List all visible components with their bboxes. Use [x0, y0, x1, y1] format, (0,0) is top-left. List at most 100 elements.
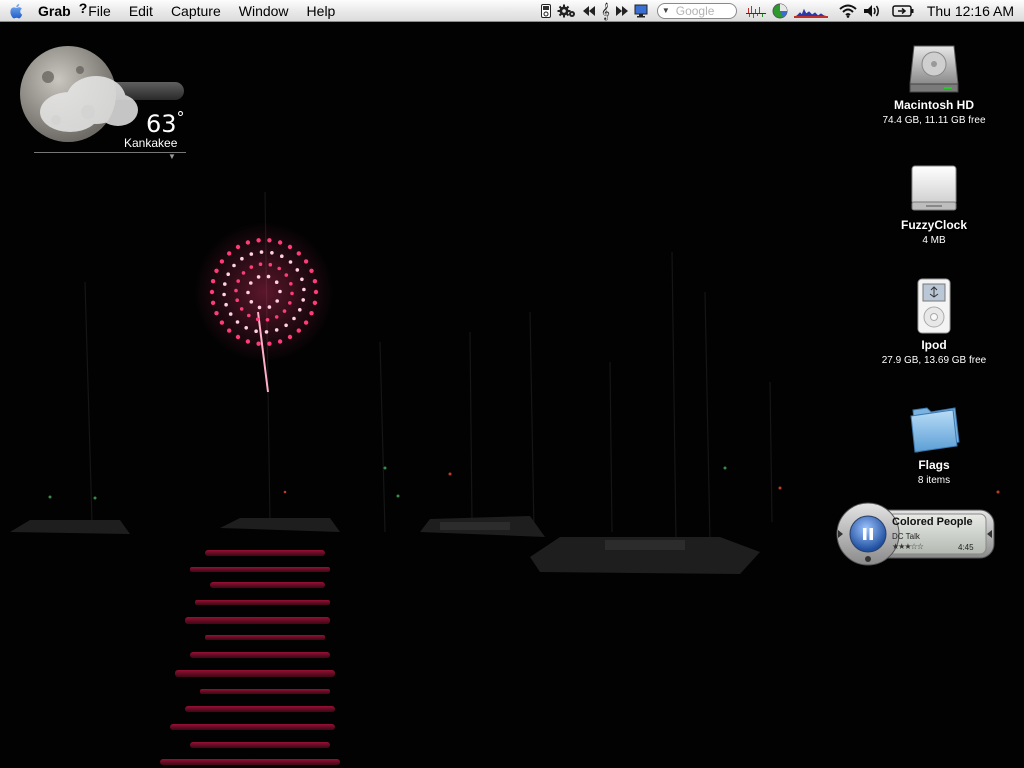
firework-spark — [312, 279, 318, 284]
firework-spark — [312, 300, 318, 305]
menu-bar-left: Grab ?File Edit Capture Window Help — [0, 0, 344, 22]
ipod-menu-icon[interactable] — [540, 0, 551, 22]
desktop-icon-ipod[interactable]: Ipod 27.9 GB, 13.69 GB free — [859, 272, 1009, 366]
firework-spark — [249, 281, 253, 285]
temperature-value: 63 — [146, 110, 177, 138]
firework-spark — [284, 273, 289, 277]
menu-clock[interactable]: Thu 12:16 AM — [927, 3, 1014, 19]
next-track-icon[interactable] — [615, 0, 628, 22]
firework-spark — [249, 252, 254, 256]
firework-spark — [267, 305, 272, 309]
firework-spark — [309, 268, 314, 273]
firework-spark — [239, 307, 244, 311]
desktop: 63° Kankakee ▼ Macintosh HD 74.4 GB, 11.… — [0, 22, 1024, 768]
menu-extras: 𝄞 ▼ Google Thu 12:16 AM — [538, 0, 1024, 22]
icon-info: 27.9 GB, 13.69 GB free — [881, 355, 987, 366]
cpu-graph-icon[interactable] — [793, 0, 828, 22]
firework-spark — [246, 290, 250, 295]
disk-image-icon — [859, 152, 1009, 214]
apple-menu-icon[interactable] — [0, 0, 34, 22]
firework-spark — [258, 262, 263, 266]
firework-spark — [288, 260, 293, 264]
firework-spark — [296, 251, 301, 256]
firework-spark — [210, 279, 216, 284]
menu-capture[interactable]: Capture — [162, 0, 230, 22]
firework-spark — [257, 305, 262, 310]
weather-info-arrow-icon[interactable]: ▼ — [168, 152, 176, 161]
firework-spark — [280, 254, 284, 258]
firework-spark — [277, 266, 282, 271]
folder-icon — [859, 392, 1009, 454]
firework-spark — [274, 280, 279, 285]
battery-icon[interactable] — [892, 0, 914, 22]
google-search-field[interactable]: ▼ Google — [656, 2, 737, 19]
app-menu-grab[interactable]: Grab — [34, 0, 75, 22]
firework-spark — [214, 311, 219, 316]
search-dropdown-icon[interactable]: ▼ — [662, 6, 670, 15]
firework-spark — [292, 316, 296, 321]
firework-spark — [227, 251, 232, 256]
menu-file[interactable]: ?File — [75, 0, 120, 22]
menu-help[interactable]: Help — [298, 0, 345, 22]
firework-spark — [277, 240, 283, 245]
firework-spark — [274, 315, 279, 319]
firework-spark — [241, 271, 246, 275]
firework-spark — [290, 291, 294, 296]
itunes-artist: DC Talk — [892, 532, 920, 541]
itunes-widget[interactable]: Colored People DC Talk ★★★☆☆ 4:45 — [834, 502, 996, 570]
firework-spark — [295, 268, 300, 272]
itunes-rating-stars[interactable]: ★★★☆☆ — [892, 542, 924, 551]
firework-spark — [249, 265, 254, 269]
firework-spark — [224, 302, 228, 307]
gear-icon[interactable] — [557, 0, 577, 22]
memory-pie-icon[interactable] — [772, 0, 788, 22]
firework-spark — [235, 334, 241, 340]
firework-spark — [267, 341, 272, 346]
firework-spark — [236, 279, 240, 283]
firework-spark — [267, 238, 272, 243]
volume-icon[interactable] — [863, 0, 883, 22]
hard-drive-icon — [859, 32, 1009, 94]
firework-spark — [256, 238, 261, 243]
weather-temperature: 63° — [146, 108, 185, 138]
firework-spark — [302, 287, 306, 292]
weather-widget[interactable]: 63° Kankakee ▼ — [18, 42, 188, 162]
firework-spark — [309, 311, 314, 316]
display-icon[interactable] — [634, 0, 648, 22]
firework-spark — [256, 275, 261, 279]
firework-spark — [249, 300, 254, 304]
weather-city: Kankakee — [124, 136, 178, 150]
firework-spark — [282, 309, 287, 313]
wifi-icon[interactable] — [839, 0, 857, 22]
menu-window[interactable]: Window — [230, 0, 298, 22]
firework-spark — [288, 301, 292, 305]
firework-spark — [255, 317, 260, 322]
icon-label: Macintosh HD — [893, 98, 974, 112]
itunes-time: 4:45 — [958, 543, 974, 552]
firework-spark — [256, 341, 261, 346]
firework-spark — [277, 339, 283, 344]
firework-spark — [264, 330, 269, 334]
icon-label: Ipod — [921, 338, 947, 352]
treble-clef-icon[interactable]: 𝄞 — [601, 0, 610, 22]
previous-track-icon[interactable] — [582, 0, 595, 22]
desktop-icon-flags[interactable]: Flags 8 items — [859, 392, 1009, 486]
desktop-icon-fuzzyclock[interactable]: FuzzyClock 4 MB — [859, 152, 1009, 246]
firework-spark — [228, 312, 233, 316]
firework-spark — [278, 289, 282, 294]
search-placeholder: Google — [675, 3, 715, 18]
firework-spark — [289, 282, 293, 286]
firework-spark — [245, 339, 251, 344]
firework-spark — [287, 334, 293, 340]
firework-spark — [214, 268, 219, 273]
firework-spark — [303, 259, 309, 264]
menu-edit[interactable]: Edit — [120, 0, 162, 22]
desktop-icon-macintosh-hd[interactable]: Macintosh HD 74.4 GB, 11.11 GB free — [859, 32, 1009, 126]
firework-spark — [268, 262, 273, 267]
icon-label: Flags — [918, 458, 950, 472]
network-activity-icon[interactable] — [745, 0, 766, 22]
ipod-icon — [859, 272, 1009, 334]
firework-spark — [313, 289, 319, 295]
firework-spark — [259, 250, 264, 254]
firework-spark — [247, 313, 251, 318]
